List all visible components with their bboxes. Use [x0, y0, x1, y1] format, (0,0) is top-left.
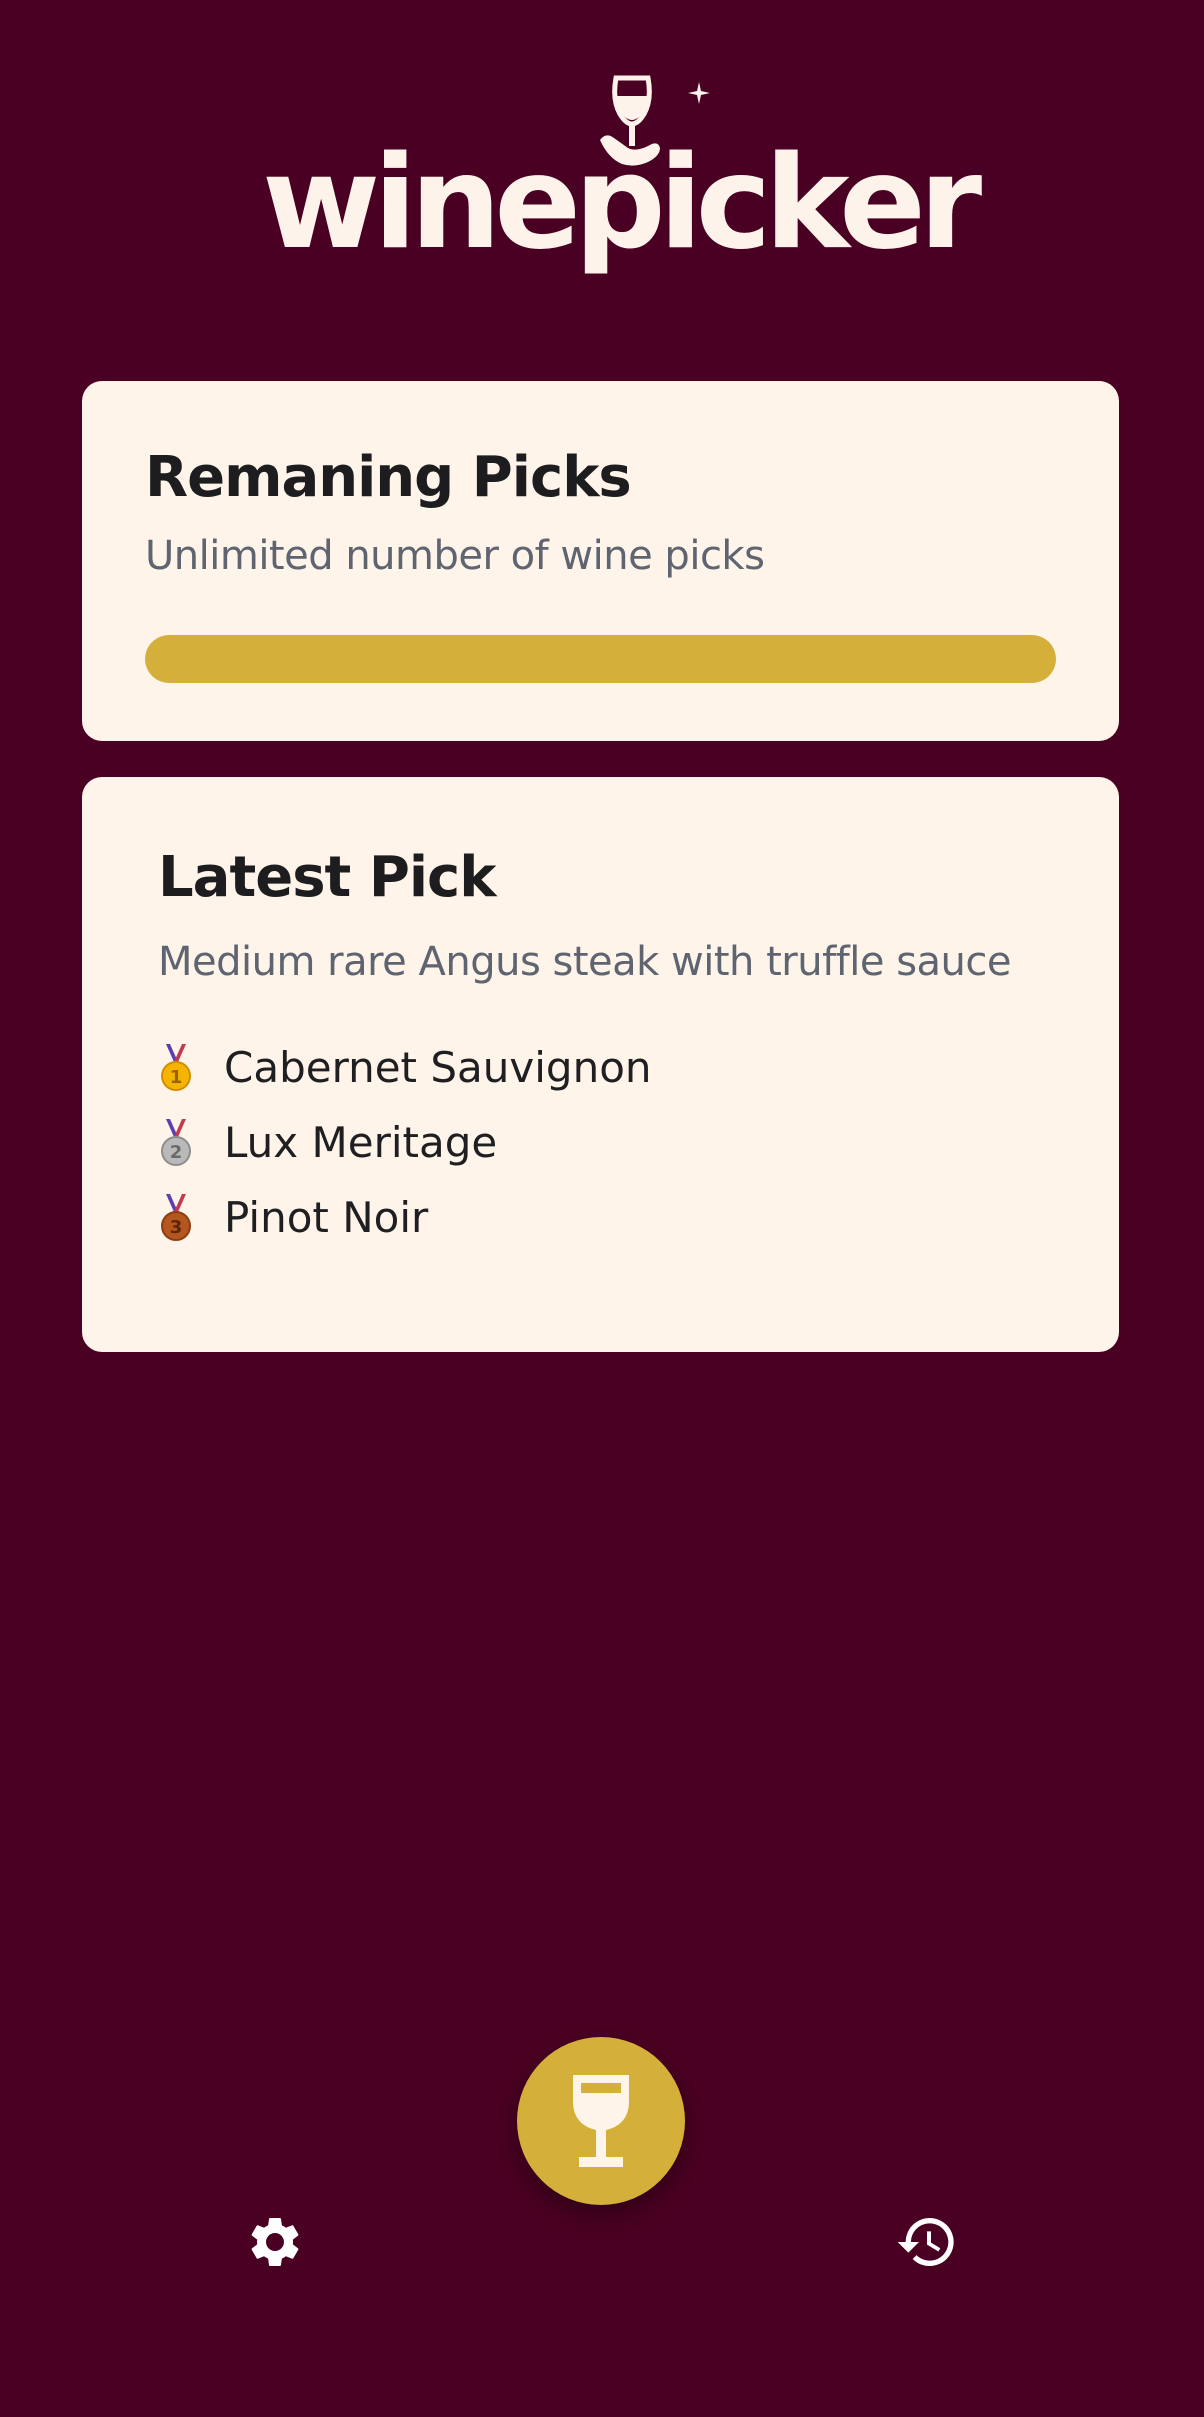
svg-text:2: 2	[170, 1142, 183, 1163]
remaining-picks-subtitle: Unlimited number of wine picks	[145, 533, 765, 579]
wine-recommendation-item: 1 Cabernet Sauvignon	[158, 1030, 652, 1105]
remaining-picks-title: Remaning Picks	[145, 445, 632, 510]
history-icon	[897, 2218, 954, 2266]
latest-pick-title: Latest Pick	[158, 845, 496, 910]
remaining-picks-progress-fill	[145, 635, 1056, 683]
wine-glass-hand-icon	[600, 75, 660, 166]
gold-medal-icon: 1	[161, 1043, 191, 1091]
remaining-picks-progress-bar	[145, 635, 1056, 683]
latest-pick-dish: Medium rare Angus steak with truffle sau…	[158, 939, 1012, 985]
svg-text:1: 1	[170, 1067, 183, 1088]
bronze-medal-icon: 3	[161, 1193, 191, 1241]
wine-recommendation-list: 1 Cabernet Sauvignon 2 Lux Meritage 3 Pi…	[158, 1030, 652, 1255]
latest-pick-card[interactable]: Latest Pick Medium rare Angus steak with…	[82, 777, 1119, 1352]
gear-icon	[251, 2218, 299, 2266]
app-logo: winepicker	[262, 70, 982, 290]
settings-button[interactable]	[240, 2207, 310, 2277]
wine-recommendation-item: 3 Pinot Noir	[158, 1180, 652, 1255]
sparkle-icon	[688, 82, 710, 104]
wine-name: Pinot Noir	[224, 1193, 429, 1242]
history-button[interactable]	[892, 2207, 962, 2277]
wine-recommendation-item: 2 Lux Meritage	[158, 1105, 652, 1180]
wine-name: Cabernet Sauvignon	[224, 1043, 652, 1092]
svg-text:3: 3	[170, 1217, 183, 1238]
remaining-picks-card: Remaning Picks Unlimited number of wine …	[82, 381, 1119, 741]
wine-glass-icon	[573, 2075, 629, 2167]
wine-name: Lux Meritage	[224, 1118, 498, 1167]
silver-medal-icon: 2	[161, 1118, 191, 1166]
pick-wine-button[interactable]	[517, 2037, 685, 2205]
